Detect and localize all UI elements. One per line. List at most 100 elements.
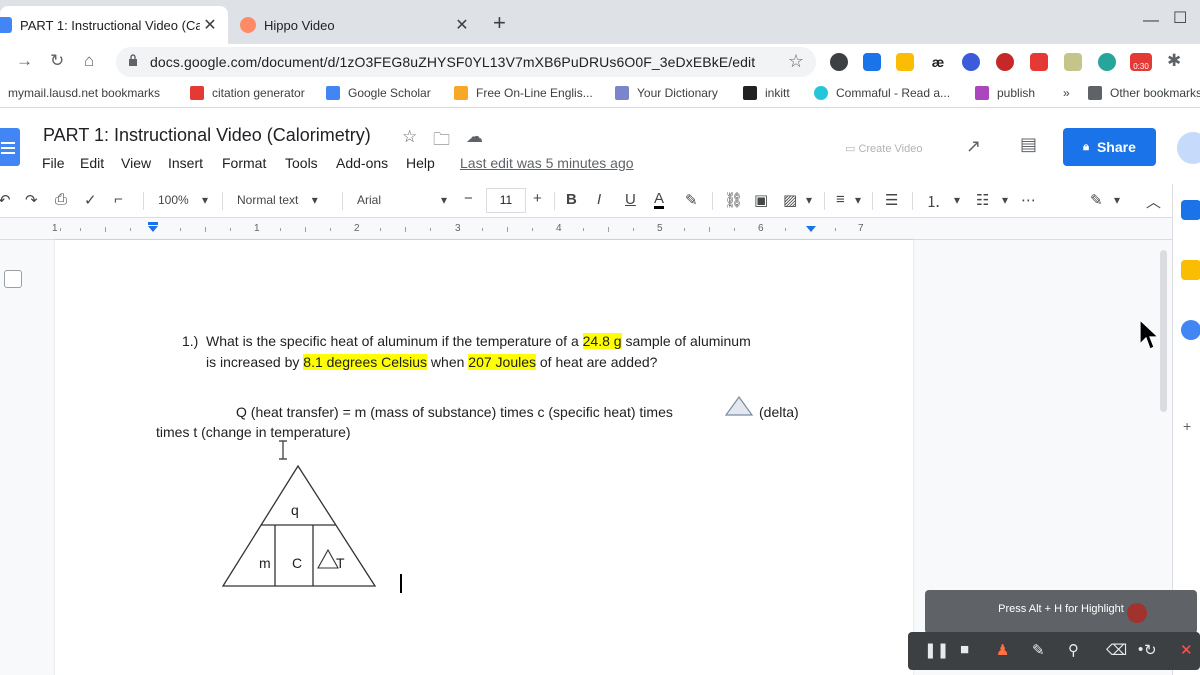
collapse-menus-chevron-up-icon[interactable]: ︿ — [1146, 191, 1161, 212]
menu-view[interactable]: View — [121, 155, 151, 171]
close-recorder-button[interactable]: ✕ — [1180, 641, 1193, 659]
extension-icon[interactable] — [896, 53, 914, 71]
bulleted-list-dropdown-icon[interactable]: ▾ — [1002, 193, 1008, 207]
add-comment-icon[interactable]: ▣ — [754, 191, 768, 209]
undo-icon[interactable]: ↶ — [0, 191, 11, 209]
keep-icon[interactable] — [1181, 260, 1200, 280]
image-dropdown-icon[interactable]: ▾ — [806, 193, 812, 207]
numbered-list-dropdown-icon[interactable]: ▾ — [954, 193, 960, 207]
tasks-icon[interactable] — [1181, 320, 1200, 340]
share-button[interactable]: 🔒︎ Share — [1063, 128, 1156, 166]
extension-icon[interactable] — [1030, 53, 1048, 71]
docs-logo-icon[interactable] — [0, 128, 20, 166]
decrease-font-size-button[interactable]: − — [464, 190, 473, 207]
spellcheck-icon[interactable]: ✓ — [84, 191, 97, 209]
minimize-icon[interactable]: — — [1143, 12, 1159, 30]
recorder-extension-icon[interactable]: 0:30 — [1130, 53, 1152, 71]
vertical-scrollbar[interactable] — [1160, 250, 1167, 412]
font-size-input[interactable]: 11 — [486, 188, 526, 213]
document-page[interactable]: 1.) What is the specific heat of aluminu… — [55, 240, 913, 675]
create-video-button[interactable]: ▭ Create Video — [845, 142, 922, 155]
forward-icon[interactable]: → — [16, 51, 33, 71]
highlighter-icon[interactable]: ⚲ — [1068, 641, 1079, 659]
editing-mode-pencil-icon[interactable]: ✎ — [1090, 191, 1103, 209]
font-select[interactable]: Arial — [357, 193, 381, 207]
pen-icon[interactable]: ✎ — [1032, 641, 1045, 659]
extension-icon[interactable] — [1064, 53, 1082, 71]
tab-close-icon[interactable]: ✕ — [200, 15, 220, 35]
link-icon[interactable]: ⛓ — [724, 191, 743, 209]
bookmark-item[interactable]: inkitt — [743, 86, 790, 100]
bookmark-item[interactable]: Your Dictionary — [615, 86, 718, 100]
insert-image-icon[interactable]: ▨ — [783, 191, 797, 209]
zoom-select[interactable]: 100% ▾ — [158, 193, 208, 207]
paint-format-icon[interactable]: ⌐ — [114, 191, 123, 208]
document-title[interactable]: PART 1: Instructional Video (Calorimetry… — [43, 125, 371, 146]
redo-recording-icon[interactable]: ↻ — [1144, 641, 1157, 659]
tab-docs[interactable]: PART 1: Instructional Video (Calc ✕ — [0, 6, 228, 44]
move-folder-icon[interactable]: 🗀 — [433, 127, 450, 156]
numbered-list-icon[interactable]: ⒈ — [926, 191, 941, 212]
extension-icon[interactable] — [962, 53, 980, 71]
add-on-icon[interactable]: + — [1183, 418, 1191, 434]
last-edit-link[interactable]: Last edit was 5 minutes ago — [460, 155, 634, 171]
extension-icon[interactable] — [996, 53, 1014, 71]
bulleted-list-icon[interactable]: ☷ — [976, 191, 989, 209]
extension-icon[interactable]: æ — [929, 53, 947, 71]
editing-mode-dropdown-icon[interactable]: ▾ — [1114, 193, 1120, 207]
underline-button[interactable]: U — [625, 191, 636, 208]
align-left-icon[interactable]: ≡ — [836, 191, 845, 208]
line-spacing-icon[interactable]: ☰ — [885, 191, 898, 209]
document-outline-icon[interactable] — [4, 270, 22, 288]
color-picker-icon[interactable]: • — [1138, 641, 1143, 658]
address-bar[interactable]: docs.google.com/document/d/1zO3FEG8uZHYS… — [116, 47, 816, 77]
activity-trend-icon[interactable]: ↗ — [966, 136, 981, 157]
highlight-color-icon[interactable]: ✎ — [685, 191, 698, 209]
eraser-icon[interactable]: ⌫ — [1106, 641, 1127, 659]
menu-tools[interactable]: Tools — [285, 155, 318, 171]
menu-insert[interactable]: Insert — [168, 155, 203, 171]
cloud-status-icon[interactable]: ☁ — [466, 127, 483, 147]
align-dropdown-icon[interactable]: ▾ — [855, 193, 861, 207]
menu-help[interactable]: Help — [406, 155, 435, 171]
bookmark-item[interactable]: mymail.lausd.net bookmarks — [8, 86, 160, 100]
star-icon[interactable]: ☆ — [402, 127, 417, 147]
pause-icon[interactable]: ❚❚ — [924, 641, 949, 659]
calendar-icon[interactable] — [1181, 200, 1200, 220]
comments-icon[interactable]: ▤ — [1020, 134, 1037, 155]
reload-icon[interactable]: ↻ — [50, 51, 64, 71]
menu-format[interactable]: Format — [222, 155, 266, 171]
bold-button[interactable]: B — [566, 191, 577, 208]
extension-icon[interactable] — [863, 53, 881, 71]
new-tab-button[interactable]: + — [493, 10, 506, 36]
bookmark-item[interactable]: citation generator — [190, 86, 305, 100]
font-dropdown-icon[interactable]: ▾ — [441, 193, 447, 207]
bookmark-item[interactable]: Free On-Line Englis... — [454, 86, 593, 100]
bookmark-item[interactable]: publish — [975, 86, 1035, 100]
tab-hippo-video[interactable]: Hippo Video ✕ — [230, 6, 480, 44]
avatar[interactable] — [1177, 132, 1200, 164]
home-icon[interactable]: ⌂ — [84, 51, 94, 71]
menu-file[interactable]: File — [42, 155, 65, 171]
text-color-button[interactable]: A — [654, 191, 665, 209]
bookmark-star-icon[interactable]: ☆ — [788, 51, 804, 72]
bookmark-item[interactable]: Commaful - Read a... — [814, 86, 950, 100]
style-select[interactable]: Normal text ▾ — [237, 193, 318, 207]
increase-font-size-button[interactable]: + — [533, 190, 542, 207]
extension-icon[interactable] — [1098, 53, 1116, 71]
italic-button[interactable]: I — [597, 191, 601, 208]
menu-add-ons[interactable]: Add-ons — [336, 155, 388, 171]
redo-icon[interactable]: ↷ — [25, 191, 38, 209]
more-bookmarks-chevron-icon[interactable]: » — [1063, 86, 1070, 100]
menu-edit[interactable]: Edit — [80, 155, 104, 171]
stop-icon[interactable]: ■ — [960, 641, 969, 658]
tab-close-icon[interactable]: ✕ — [452, 15, 472, 35]
stamp-icon[interactable]: ♟ — [996, 641, 1009, 659]
more-options-button[interactable]: ⋯ — [1021, 191, 1036, 209]
maximize-icon[interactable]: ☐ — [1173, 8, 1187, 28]
extensions-puzzle-icon[interactable]: ✱ — [1167, 51, 1181, 71]
other-bookmarks[interactable]: Other bookmarks — [1088, 86, 1200, 100]
extension-icon[interactable] — [830, 53, 848, 71]
print-icon[interactable]: ⎙ — [55, 191, 67, 208]
bookmark-item[interactable]: Google Scholar — [326, 86, 431, 100]
